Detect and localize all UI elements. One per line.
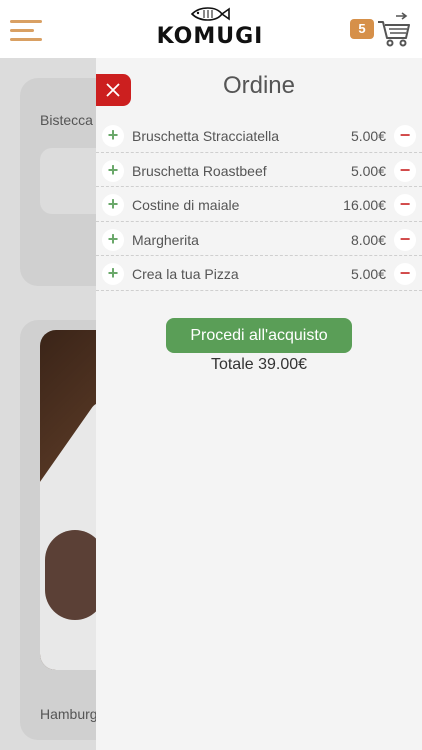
order-item: + Crea la tua Pizza 5.00€ − — [96, 256, 422, 291]
cart-count-badge: 5 — [350, 19, 374, 39]
item-name: Costine di maiale — [132, 197, 240, 214]
close-panel-button[interactable] — [96, 74, 131, 106]
order-item: + Bruschetta Stracciatella 5.00€ − — [96, 118, 422, 153]
item-price: 5.00€ — [350, 266, 386, 283]
top-bar: KOMUGI 5 — [0, 0, 422, 58]
item-name: Bruschetta Roastbeef — [132, 162, 267, 179]
order-panel: Ordine + Bruschetta Stracciatella 5.00€ … — [96, 58, 422, 750]
item-name: Margherita — [132, 231, 199, 248]
order-item: + Margherita 8.00€ − — [96, 222, 422, 257]
increase-quantity-button[interactable]: + — [102, 125, 124, 147]
order-item: + Bruschetta Roastbeef 5.00€ − — [96, 153, 422, 188]
fish-logo-icon — [190, 7, 230, 21]
product-card-label: Bistecca — [40, 112, 93, 128]
decrease-quantity-button[interactable]: − — [394, 125, 416, 147]
checkout-button[interactable]: Procedi all'acquisto — [166, 318, 352, 353]
item-price: 16.00€ — [343, 197, 386, 214]
increase-quantity-button[interactable]: + — [102, 228, 124, 251]
panel-title: Ordine — [222, 72, 296, 99]
item-name: Crea la tua Pizza — [132, 266, 239, 283]
increase-quantity-button[interactable]: + — [102, 263, 124, 286]
decrease-quantity-button[interactable]: − — [394, 159, 416, 182]
logo-text: KOMUGI — [156, 24, 264, 49]
order-item: + Costine di maiale 16.00€ − — [96, 187, 422, 222]
item-price: 5.00€ — [350, 128, 386, 144]
item-price: 8.00€ — [350, 231, 386, 248]
logo: KOMUGI — [150, 6, 270, 52]
item-price: 5.00€ — [350, 162, 386, 179]
close-icon — [106, 83, 120, 97]
increase-quantity-button[interactable]: + — [102, 194, 124, 217]
item-name: Bruschetta Stracciatella — [132, 128, 280, 144]
decrease-quantity-button[interactable]: − — [394, 263, 416, 286]
increase-quantity-button[interactable]: + — [102, 159, 124, 182]
order-item-list: + Bruschetta Stracciatella 5.00€ − + Bru… — [96, 118, 422, 291]
hamburger-menu-icon[interactable] — [10, 20, 42, 42]
decrease-quantity-button[interactable]: − — [394, 194, 416, 217]
decrease-quantity-button[interactable]: − — [394, 228, 416, 251]
cart-icon[interactable] — [376, 12, 412, 48]
order-total: Totale 39.00€ — [210, 356, 308, 373]
